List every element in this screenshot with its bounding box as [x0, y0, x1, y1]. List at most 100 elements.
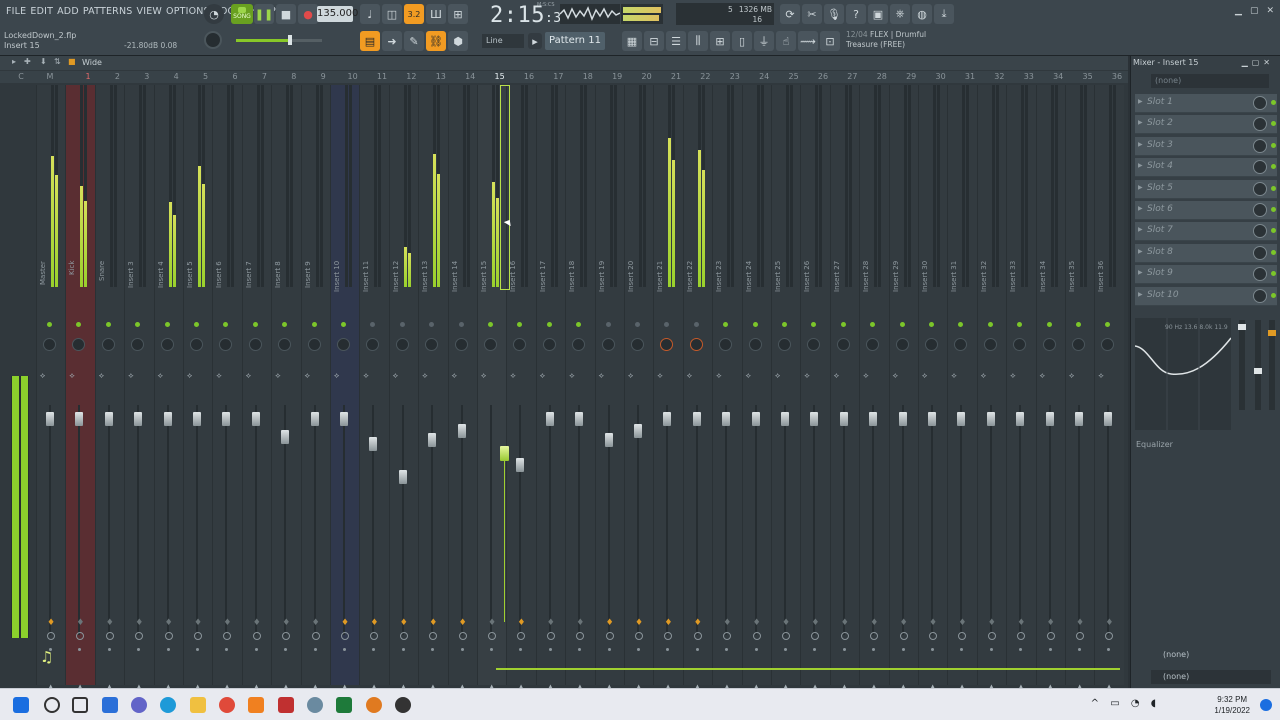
app-icon[interactable] [278, 697, 294, 713]
route-knob[interactable] [488, 632, 496, 640]
pan-knob[interactable] [778, 338, 791, 351]
stereo-separation-icon[interactable]: ⟡ [1098, 371, 1103, 381]
effect-slot-1[interactable]: ▶ Slot 1 [1135, 94, 1277, 113]
track-enable-led[interactable] [1046, 322, 1052, 327]
help-icon[interactable]: ? [846, 4, 866, 24]
volume-fader[interactable] [663, 412, 672, 426]
route-arrow-icon[interactable]: ♦ [1047, 618, 1055, 628]
mixer-track-insert-23[interactable]: Insert 23 ⟡ ♦ ▲ [712, 85, 742, 691]
volume-fader[interactable] [251, 412, 260, 426]
route-knob[interactable] [164, 632, 173, 640]
stereo-separation-icon[interactable]: ⟡ [599, 371, 604, 381]
track-number[interactable]: 21 [666, 72, 686, 81]
send-dot[interactable] [254, 648, 258, 651]
slot-arrow-icon[interactable]: ▶ [1138, 291, 1143, 298]
stereo-separation-icon[interactable]: ⟡ [775, 371, 780, 381]
slot-enable-led[interactable] [1271, 142, 1276, 148]
route-knob[interactable] [252, 632, 261, 640]
stereo-separation-icon[interactable]: ⟡ [1069, 371, 1074, 381]
volume-fader[interactable] [604, 432, 613, 447]
browser-icon[interactable]: ▯ [732, 31, 752, 51]
track-number[interactable]: 24 [754, 72, 774, 81]
mixer-track-insert-35[interactable]: Insert 35 ⟡ ♦ ▲ [1065, 85, 1095, 691]
download-icon[interactable]: ⤓ [934, 4, 954, 24]
effect-slot-10[interactable]: ▶ Slot 10 [1135, 286, 1277, 306]
pan-knob[interactable] [601, 338, 615, 351]
slot-enable-led[interactable] [1271, 100, 1276, 105]
send-dot[interactable] [1048, 648, 1052, 651]
mixer-menu-arrow-icon[interactable]: ▸ [12, 57, 16, 66]
stereo-separation-icon[interactable]: ⟡ [834, 371, 839, 381]
slot-arrow-icon[interactable]: ▶ [1138, 184, 1143, 191]
mixer-track-insert-11[interactable]: Insert 11 ⟡ ♦ ▲ [359, 85, 389, 691]
route-arrow-icon[interactable]: ♦ [1076, 618, 1084, 628]
excel-icon[interactable] [336, 697, 352, 713]
route-knob[interactable] [929, 632, 937, 640]
step-sequencer-icon[interactable]: ⊞ [710, 31, 730, 51]
route-arrow-icon[interactable]: ♦ [194, 618, 202, 628]
track-number[interactable]: 13 [431, 72, 451, 81]
route-arrow-icon[interactable]: ♦ [753, 618, 761, 628]
mixer-track-insert-22[interactable]: Insert 22 ⟡ ♦ ▲ [682, 85, 713, 691]
volume-fader[interactable] [634, 423, 642, 438]
route-arrow-icon[interactable]: ♦ [606, 618, 614, 628]
send-dot[interactable] [607, 648, 611, 651]
mixer-track-insert-25[interactable]: Insert 25 ⟡ ♦ ▲ [771, 85, 801, 691]
slot-mix-knob[interactable] [1253, 96, 1267, 110]
track-number[interactable]: 9 [313, 72, 333, 81]
pan-knob[interactable] [836, 338, 850, 351]
volume-fader[interactable] [575, 412, 584, 426]
mixer-track-insert-13[interactable]: Insert 13 ⟡ ♦ ▲ [418, 85, 448, 691]
track-enable-led[interactable] [399, 322, 405, 327]
save-icon[interactable]: ▣ [868, 4, 888, 24]
route-arrow-icon[interactable]: ♦ [76, 618, 84, 628]
track-number[interactable]: 1 [78, 72, 98, 81]
mixer-track-insert-36[interactable]: Insert 36 ⟡ ♦ ▲ [1094, 85, 1124, 691]
route-arrow-icon[interactable]: ♦ [1017, 618, 1025, 628]
send-dot[interactable] [637, 648, 640, 651]
search-icon[interactable] [44, 697, 60, 713]
obs-icon[interactable] [395, 697, 411, 713]
stereo-separation-icon[interactable]: ⟡ [863, 371, 868, 381]
volume-fader[interactable] [222, 412, 231, 426]
slot-enable-led[interactable] [1271, 207, 1276, 212]
mixer-track-insert-27[interactable]: Insert 27 ⟡ ♦ ▲ [829, 85, 860, 691]
route-knob[interactable] [399, 632, 408, 640]
equalizer-graph[interactable]: 90 Hz 13.6 8.0k 11.9 [1134, 318, 1232, 430]
route-knob[interactable] [341, 632, 349, 640]
settings-icon[interactable] [307, 697, 323, 713]
chrome-icon[interactable] [219, 697, 235, 713]
stereo-separation-icon[interactable]: ⟡ [922, 371, 927, 381]
stereo-separation-icon[interactable]: ⟡ [305, 371, 310, 381]
track-number[interactable]: 16 [519, 72, 539, 81]
track-number[interactable]: 3 [137, 72, 157, 81]
slot-mix-knob[interactable] [1253, 288, 1267, 303]
master-pitch-knob[interactable] [204, 31, 222, 49]
track-number[interactable]: 18 [578, 72, 598, 81]
mixer-tool-icon[interactable]: ✚ [24, 57, 31, 66]
mixer-track-insert-30[interactable]: Insert 30 ⟡ ♦ ▲ [918, 85, 948, 691]
volume-fader[interactable] [928, 412, 936, 426]
route-arrow-icon[interactable]: ♦ [870, 618, 878, 628]
track-enable-led[interactable] [899, 322, 905, 327]
start-icon[interactable] [13, 697, 29, 713]
track-number[interactable]: 11 [372, 72, 392, 81]
route-arrow-icon[interactable]: ♦ [723, 618, 731, 628]
volume-fader[interactable] [1016, 412, 1025, 426]
slot-enable-led[interactable] [1271, 185, 1276, 191]
send-dot[interactable] [1078, 648, 1081, 651]
menu-item-file[interactable]: FILE [4, 6, 28, 17]
route-arrow-icon[interactable]: ♦ [106, 618, 114, 628]
volume-fader[interactable] [281, 430, 290, 445]
chat-app-icon[interactable] [131, 697, 147, 713]
eq-band-slider[interactable] [1254, 320, 1262, 410]
route-arrow-icon[interactable]: ♦ [459, 618, 467, 628]
vlc-icon[interactable] [248, 697, 264, 713]
mixer-track-insert-32[interactable]: Insert 32 ⟡ ♦ ▲ [976, 85, 1007, 691]
track-number[interactable]: M [40, 72, 60, 81]
track-number[interactable]: 19 [607, 72, 627, 81]
audio-input-select[interactable]: (none) [1151, 74, 1269, 88]
play-button[interactable]: ❚❚ [254, 4, 274, 24]
mixer-track-insert-16[interactable]: Insert 16 ⟡ ♦ ▲ [506, 85, 536, 691]
stereo-separation-icon[interactable]: ⟡ [187, 371, 192, 381]
